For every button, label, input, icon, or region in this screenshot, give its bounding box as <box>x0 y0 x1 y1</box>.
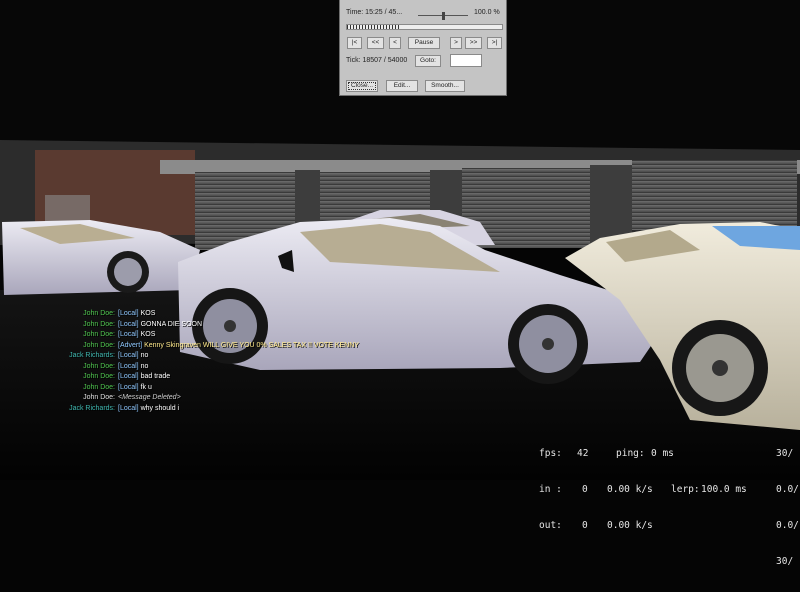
demo-progress-fill <box>347 25 400 29</box>
chat-player-name: Jack Richards: <box>69 352 115 359</box>
chat-channel-tag: [Local] <box>118 310 139 317</box>
net-graph-row-in: in : 0 0.00 k/s lerp: 100.0 ms 0.0/ <box>539 484 800 496</box>
step-forward-button[interactable]: > <box>450 37 462 49</box>
chat-line: John Doe: <Message Deleted> <box>0 393 460 404</box>
chat-message: [Local] no <box>118 362 148 373</box>
chat-message: [Local] KOS <box>118 309 155 320</box>
chat-line: John Doe: [Local] KOS <box>0 309 460 320</box>
demo-progress-bar[interactable] <box>346 24 503 30</box>
edit-button[interactable]: Edit... <box>386 80 418 92</box>
demo-time-label: Time: 15:25 / 45... <box>346 9 403 16</box>
smooth-button[interactable]: Smooth... <box>425 80 465 92</box>
chat-message-text: KOS <box>140 310 156 317</box>
speed-percent-label: 100.0 % <box>474 9 500 16</box>
chat-message-text: GONNA DIE SOON <box>140 320 203 328</box>
goto-tick-input[interactable] <box>450 54 482 67</box>
net-graph-row-out: out: 0 0.00 k/s 0.0/ <box>539 520 800 532</box>
chat-player-name: John Doe: <box>83 331 115 338</box>
chat-message-text: no <box>140 362 149 370</box>
net-right-col-2: 0.0/ <box>776 520 799 531</box>
chat-player-name: John Doe: <box>83 362 115 370</box>
chat-message-text: Kenny Skingraven WILL GIVE YOU 0% SALES … <box>144 341 359 349</box>
rewind-button[interactable]: << <box>367 37 384 49</box>
speed-slider[interactable] <box>418 12 468 20</box>
net-right-col-3: 30/ <box>776 556 794 567</box>
out-value: 0 <box>582 520 588 531</box>
net-graph-row-fps: fps: 42 ping: 0 ms 30/ <box>539 448 800 460</box>
out-rate: 0.00 k/s <box>607 520 653 531</box>
chat-channel-tag: [Local] <box>118 331 139 338</box>
net-right-col-0: 30/ <box>776 448 794 459</box>
chat-message-text: <Message Deleted> <box>118 394 181 401</box>
chat-line: Jack Richards: [Local] why should i <box>0 404 460 415</box>
chat-channel-tag: [Local] <box>118 362 139 370</box>
chat-message: [Local] why should i <box>118 404 179 415</box>
net-right-col-1: 0.0/ <box>776 484 799 495</box>
chat-line: John Doe: [Local] no <box>0 362 460 373</box>
chat-line: Jack Richards: [Local] no <box>0 351 460 362</box>
chat-line: John Doe: [Local] fk u <box>0 383 460 394</box>
chat-message: [Local] GONNA DIE SOON <box>118 320 202 331</box>
chat-message: [Local] no <box>118 351 148 362</box>
chat-message: <Message Deleted> <box>118 393 181 404</box>
chat-message-text: bad trade <box>140 373 171 380</box>
pause-button[interactable]: Pause <box>408 37 440 49</box>
in-rate: 0.00 k/s <box>607 484 653 495</box>
chat-line: John Doe: [Local] GONNA DIE SOON <box>0 320 460 331</box>
chat-player-name: John Doe: <box>83 310 115 317</box>
chat-message: [Local] KOS <box>118 330 155 341</box>
chat-message-text: KOS <box>140 331 156 338</box>
chat-player-name: John Doe: <box>83 383 115 391</box>
close-button[interactable]: Close... <box>346 80 378 92</box>
chat-line: John Doe: [Advert] Kenny Skingraven WILL … <box>0 341 460 352</box>
in-label: in : <box>539 484 562 495</box>
chat-player-name: Jack Richards: <box>69 404 115 412</box>
ping-value: 0 ms <box>651 448 674 459</box>
chat-channel-tag: [Local] <box>118 320 139 328</box>
chat-message-text: fk u <box>140 383 152 391</box>
fps-value: 42 <box>577 448 589 459</box>
net-graph-row-extra: 30/ <box>539 556 800 568</box>
chat-message-text: why should i <box>140 404 180 412</box>
chat-channel-tag: [Local] <box>118 383 139 391</box>
goto-start-button[interactable]: |< <box>347 37 362 49</box>
chat-message: [Local] bad trade <box>118 372 170 383</box>
chat-message: [Advert] Kenny Skingraven WILL GIVE YOU … <box>118 341 359 352</box>
net-graph: fps: 42 ping: 0 ms 30/ in : 0 0.00 k/s l… <box>539 424 800 580</box>
chat-message: [Local] fk u <box>118 383 152 394</box>
goto-tick-button[interactable]: Goto: <box>415 55 441 67</box>
fps-label: fps: <box>539 448 562 459</box>
fast-forward-button[interactable]: >> <box>465 37 482 49</box>
out-label: out: <box>539 520 562 531</box>
chat-log: John Doe: [Local] KOS John Doe: [Local] GON… <box>0 309 460 414</box>
goto-end-button[interactable]: >| <box>487 37 502 49</box>
chat-channel-tag: [Local] <box>118 352 139 359</box>
ping-label: ping: <box>616 448 645 459</box>
chat-channel-tag: [Local] <box>118 404 139 412</box>
chat-channel-tag: [Local] <box>118 373 139 380</box>
demo-playback-panel: Time: 15:25 / 45... 100.0 % |< << < Paus… <box>339 0 507 96</box>
lerp-label: lerp: <box>671 484 700 495</box>
chat-line: John Doe: [Local] KOS <box>0 330 460 341</box>
chat-message-text: no <box>140 352 149 359</box>
chat-player-name: John Doe: <box>83 373 115 380</box>
in-value: 0 <box>582 484 588 495</box>
chat-player-name: John Doe: <box>83 394 115 401</box>
chat-player-name: John Doe: <box>83 341 115 349</box>
chat-line: John Doe: [Local] bad trade <box>0 372 460 383</box>
chat-player-name: John Doe: <box>83 320 115 328</box>
lerp-value: 100.0 ms <box>701 484 747 495</box>
step-back-button[interactable]: < <box>389 37 401 49</box>
speed-slider-knob[interactable] <box>441 12 445 20</box>
demo-tick-label: Tick: 18507 / 54000 <box>346 57 408 64</box>
chat-channel-tag: [Advert] <box>118 341 143 349</box>
